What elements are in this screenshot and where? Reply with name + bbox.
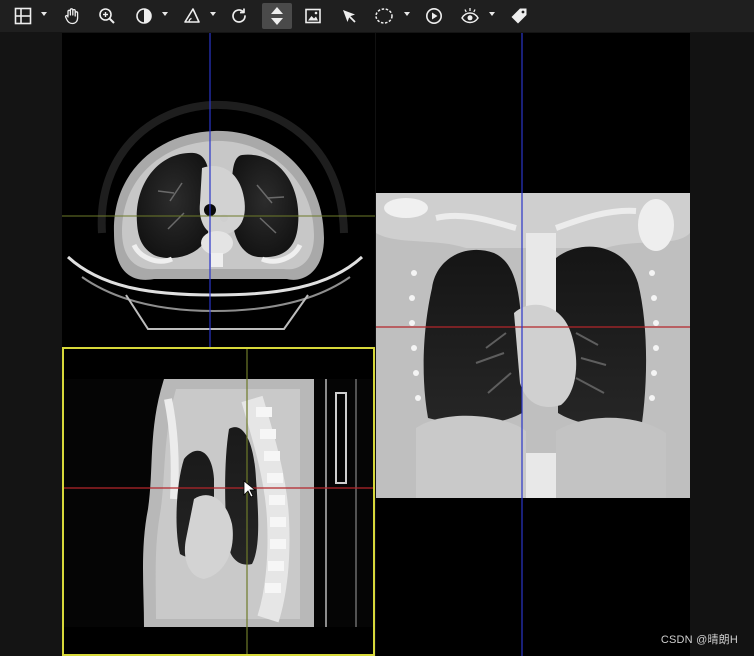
visibility-eye-icon <box>460 7 480 25</box>
visibility-menu-caret[interactable] <box>489 12 495 16</box>
layout-icon <box>14 7 32 25</box>
right-gutter <box>690 33 754 656</box>
coronal-viewport[interactable] <box>376 33 690 656</box>
zoom-button[interactable] <box>95 3 119 29</box>
scroll-stack-icon <box>269 6 285 26</box>
image-icon <box>305 8 321 24</box>
roi-button[interactable] <box>372 3 396 29</box>
reset-rotate-icon <box>230 7 248 25</box>
measure-angle-icon <box>183 7 201 25</box>
sagittal-ct-image <box>64 349 373 654</box>
window-level-menu-caret[interactable] <box>162 12 168 16</box>
zoom-icon <box>98 7 116 25</box>
pointer-icon <box>341 8 357 24</box>
cine-button[interactable] <box>422 3 446 29</box>
tag-icon <box>510 7 528 25</box>
axial-ct-image <box>62 33 375 347</box>
pointer-button[interactable] <box>338 3 360 29</box>
stack-scroll-button[interactable] <box>262 3 292 29</box>
layout-menu-caret[interactable] <box>41 12 47 16</box>
visibility-button[interactable] <box>458 3 482 29</box>
window-level-icon <box>135 7 153 25</box>
reset-button[interactable] <box>227 3 251 29</box>
pan-hand-icon <box>63 7 81 25</box>
left-gutter <box>0 33 62 656</box>
window-level-button[interactable] <box>132 3 156 29</box>
toolbar <box>0 0 754 33</box>
tag-button[interactable] <box>507 3 531 29</box>
watermark-text: CSDN @晴朗H <box>660 634 738 646</box>
axial-viewport[interactable] <box>62 33 375 347</box>
layout-button[interactable] <box>12 3 34 29</box>
roi-ellipse-icon <box>374 7 394 25</box>
roi-menu-caret[interactable] <box>404 12 410 16</box>
cine-play-icon <box>425 7 443 25</box>
image-button[interactable] <box>302 3 324 29</box>
measure-menu-caret[interactable] <box>210 12 216 16</box>
pan-button[interactable] <box>60 3 84 29</box>
sagittal-viewport[interactable] <box>62 347 375 656</box>
measure-button[interactable] <box>180 3 204 29</box>
coronal-ct-image <box>376 33 690 656</box>
